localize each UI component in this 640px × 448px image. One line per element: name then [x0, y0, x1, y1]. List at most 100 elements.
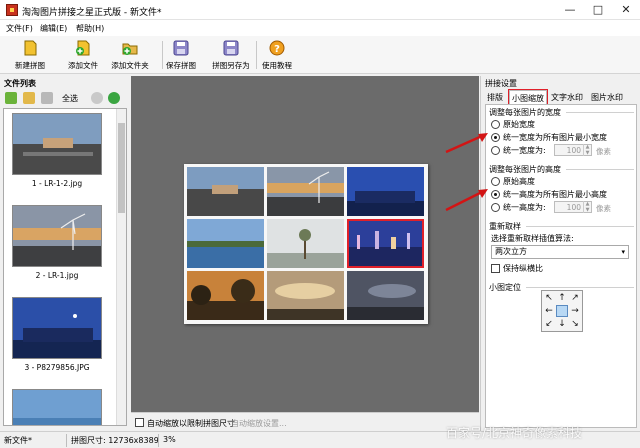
position-grid[interactable]: ↖ ↑ ↗ ← → ↙ ↓ ↘ — [541, 290, 583, 332]
collage-cell[interactable] — [187, 271, 264, 320]
width-group-title: 调整每张图片的宽度 — [489, 108, 561, 117]
svg-text:?: ? — [274, 44, 280, 55]
status-zoom: 3% — [163, 435, 176, 444]
minimize-button[interactable]: — — [556, 0, 584, 20]
arrow-bottom-left-icon[interactable]: ↙ — [543, 318, 555, 330]
height-min-radio[interactable] — [491, 190, 500, 199]
collage-preview[interactable] — [184, 164, 428, 324]
auto-scale-label: 自动缩放以限制拼图尺寸 — [147, 419, 235, 428]
position-center-icon[interactable] — [556, 305, 568, 317]
file-list-scrollbar[interactable] — [116, 109, 126, 425]
width-original-radio[interactable] — [491, 120, 500, 129]
save-as-icon — [223, 40, 239, 56]
maximize-button[interactable]: □ — [584, 0, 612, 20]
add-image-icon[interactable] — [5, 92, 17, 104]
thumbnail-image — [12, 113, 102, 175]
collage-cell[interactable] — [187, 219, 264, 268]
collage-cell-selected[interactable] — [347, 219, 424, 268]
resample-title: 重新取样 — [489, 222, 521, 231]
resample-algo-select[interactable]: 两次立方 ▾ — [491, 245, 629, 259]
annotation-arrows — [445, 133, 488, 212]
annotation-arrow-width — [445, 134, 483, 154]
group-divider — [566, 169, 634, 170]
menu-file[interactable]: 文件(F) — [6, 23, 33, 34]
tab-image-watermark[interactable]: 图片水印 — [589, 90, 625, 104]
resample-algo-label: 选择重新取样插值算法: — [491, 234, 574, 243]
watermark-text: 百家号/北京神奇像素科技 — [446, 426, 583, 440]
arrow-bottom-right-icon[interactable]: ↘ — [569, 318, 581, 330]
arrow-left-icon[interactable]: ← — [543, 305, 555, 317]
list-item[interactable] — [12, 389, 102, 425]
move-up-icon[interactable] — [91, 92, 103, 104]
position-title: 小图定位 — [489, 283, 521, 292]
width-custom-label: 统一宽度为: — [503, 146, 546, 155]
width-custom-radio[interactable] — [491, 146, 500, 155]
list-item[interactable]: 3 - P8279856.JPG — [12, 297, 102, 372]
width-min-radio[interactable] — [491, 133, 500, 142]
collage-cell[interactable] — [267, 219, 344, 268]
add-folder-icon — [122, 43, 138, 55]
window-title: 淘淘图片拼接之星正式版 - 新文件* — [22, 8, 162, 18]
height-original-label: 原始高度 — [503, 177, 535, 186]
new-collage-icon — [24, 40, 37, 56]
collage-cell[interactable] — [267, 271, 344, 320]
height-custom-radio[interactable] — [491, 203, 500, 212]
title-bar: 淘淘图片拼接之星正式版 - 新文件* — □ ✕ — [0, 0, 640, 20]
tab-text-watermark[interactable]: 文字水印 — [549, 90, 585, 104]
auto-scale-checkbox[interactable] — [135, 418, 144, 427]
arrow-down-icon[interactable]: ↓ — [556, 318, 568, 330]
width-unit: 像素 — [596, 147, 611, 156]
thumbnail-image — [12, 205, 102, 267]
new-collage-button[interactable]: 新建拼图 — [3, 38, 57, 72]
add-file-icon — [76, 40, 90, 56]
tutorial-label: 使用教程 — [262, 61, 292, 70]
width-original-label: 原始宽度 — [503, 120, 535, 129]
arrow-right-icon[interactable]: → — [569, 305, 581, 317]
canvas-footer: 自动缩放以限制拼图尺寸 自动缩放设置... — [131, 412, 479, 432]
width-spinner[interactable]: ▲ ▼ — [583, 144, 591, 156]
arrow-top-right-icon[interactable]: ↗ — [569, 292, 581, 304]
settings-title: 拼接设置 — [485, 79, 517, 88]
toolbar: 新建拼图 添加文件 添加文件夹 保存拼图 拼图另存为 ? 使用教程 — [0, 36, 640, 74]
menu-bar: 文件(F) 编辑(E) 帮助(H) — [0, 20, 640, 36]
arrow-top-left-icon[interactable]: ↖ — [543, 292, 555, 304]
height-min-label: 统一高度为所有图片最小高度 — [503, 190, 607, 199]
status-size: 拼图尺寸: 12736x8389 — [71, 436, 159, 445]
thumbnail-image — [12, 297, 102, 359]
tab-thumb-scale[interactable]: 小图缩放 — [508, 89, 548, 105]
height-group-title: 调整每张图片的高度 — [489, 165, 561, 174]
group-divider — [526, 287, 634, 288]
list-item[interactable]: 2 - LR-1.jpg — [12, 205, 102, 280]
tutorial-button[interactable]: ? 使用教程 — [250, 38, 304, 72]
select-all-button[interactable]: 全选 — [62, 93, 78, 104]
keep-ratio-label: 保持纵横比 — [503, 264, 543, 273]
height-spinner[interactable]: ▲ ▼ — [583, 201, 591, 213]
collage-cell[interactable] — [187, 167, 264, 216]
collage-cell[interactable] — [267, 167, 344, 216]
group-divider — [526, 226, 634, 227]
close-button[interactable]: ✕ — [612, 0, 640, 20]
height-original-radio[interactable] — [491, 177, 500, 186]
save-collage-icon — [173, 40, 189, 56]
keep-ratio-checkbox[interactable] — [491, 264, 500, 273]
file-list[interactable]: 1 - LR-1-2.jpg 2 - LR-1.jpg 3 - P8279856… — [3, 108, 127, 426]
add-folder-small-icon[interactable] — [23, 92, 35, 104]
settings-panel: 拼接设置 排版 小图缩放 文字水印 图片水印 调整每张图片的宽度 原始宽度 统一… — [480, 76, 640, 431]
menu-help[interactable]: 帮助(H) — [76, 23, 104, 34]
collage-cell[interactable] — [347, 271, 424, 320]
menu-edit[interactable]: 编辑(E) — [40, 23, 67, 34]
canvas-area[interactable] — [131, 76, 479, 412]
remove-image-icon[interactable] — [41, 92, 53, 104]
thumbnail-image — [12, 389, 102, 425]
width-min-label: 统一宽度为所有图片最小宽度 — [503, 133, 607, 142]
collage-cell[interactable] — [347, 167, 424, 216]
help-icon: ? — [269, 40, 285, 56]
file-name: 2 - LR-1.jpg — [35, 271, 79, 280]
tab-layout[interactable]: 排版 — [485, 90, 505, 104]
status-separator — [66, 434, 67, 447]
list-item[interactable]: 1 - LR-1-2.jpg — [12, 113, 102, 188]
arrow-up-icon[interactable]: ↑ — [556, 292, 568, 304]
group-divider — [566, 112, 634, 113]
move-down-icon[interactable] — [108, 92, 120, 104]
auto-scale-settings-link[interactable]: 自动缩放设置... — [231, 418, 287, 429]
